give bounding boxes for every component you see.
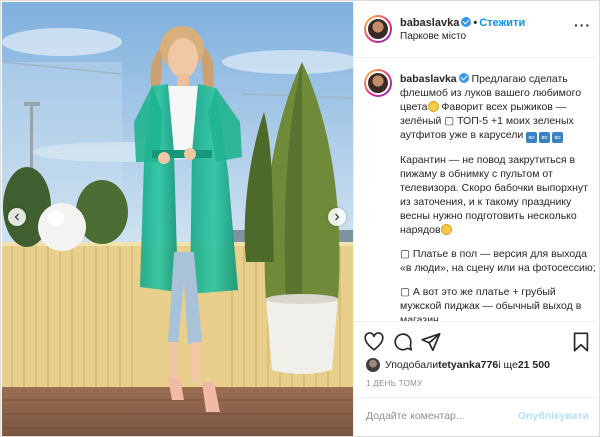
caption-text-2: Карантин — не повод закрутиться в пижаму… [400, 154, 588, 236]
share-button[interactable] [420, 331, 442, 353]
comment-icon [394, 333, 413, 351]
verified-badge-icon [458, 73, 469, 83]
chevron-left-icon [14, 213, 19, 221]
photo-illustration [2, 2, 353, 436]
post-sidebar: babaslavka • Стежити Паркове місто ··· bab… [353, 2, 600, 437]
bookmark-icon [573, 332, 589, 352]
separator-dot: • [473, 17, 478, 29]
caption-paragraph-3: ▢ Платье в пол — версия для выхода «в лю… [400, 248, 596, 274]
author-username[interactable]: babaslavka [400, 17, 459, 29]
action-bar [354, 321, 600, 361]
post-location[interactable]: Паркове місто [400, 31, 466, 42]
comment-button[interactable] [392, 331, 414, 353]
next-photo-button[interactable] [328, 208, 346, 226]
emoji-icon [440, 224, 452, 235]
comment-input[interactable] [366, 410, 516, 422]
likes-prefix: Уподобали [385, 359, 439, 371]
arrow-emoji-icon: ⇐ [539, 132, 551, 143]
post-photo[interactable] [2, 2, 353, 436]
verified-badge-icon [461, 17, 472, 27]
likes-middle: і ще [498, 359, 518, 371]
post-comment-button[interactable]: Опублікувати [518, 410, 589, 422]
author-line: babaslavka • Стежити [400, 17, 525, 29]
save-button[interactable] [570, 331, 592, 353]
caption-paragraph-2: Карантин — не повод закрутиться в пижаму… [400, 153, 596, 237]
caption-text: babaslavka Предлагаю сделать флешмоб из … [400, 72, 596, 321]
post-dialog: babaslavka • Стежити Паркове місто ··· bab… [0, 0, 600, 437]
follow-button[interactable]: Стежити [479, 17, 525, 29]
caption-paragraph-1: babaslavka Предлагаю сделать флешмоб из … [400, 72, 596, 143]
arrow-emoji-icon: ⇐ [526, 132, 538, 143]
share-icon [421, 332, 441, 352]
caption-area[interactable]: babaslavka Предлагаю сделать флешмоб из … [354, 59, 600, 321]
arrow-emoji-icon: ⇐ [552, 132, 564, 143]
caption-paragraph-4: ▢ А вот это же платье + грубый мужской п… [400, 286, 582, 321]
likes-count[interactable]: 21 500 [518, 359, 550, 371]
chevron-right-icon [335, 213, 340, 221]
author-avatar[interactable] [364, 15, 392, 43]
comment-box: Опублікувати [354, 397, 600, 437]
liker-username[interactable]: tetyanka776 [438, 359, 498, 371]
previous-photo-button[interactable] [8, 208, 26, 226]
post-header: babaslavka • Стежити Паркове місто ··· [354, 2, 600, 58]
like-button[interactable] [363, 331, 385, 353]
caption-avatar[interactable] [364, 69, 392, 97]
more-dots-icon[interactable]: ··· [574, 18, 591, 32]
likes-summary: Уподобали tetyanka776 і ще 21 500 [366, 357, 550, 373]
post-timestamp[interactable]: 1 ДЕНЬ ТОМУ [366, 379, 422, 388]
emoji-icon [427, 101, 439, 112]
liker-avatar[interactable] [366, 358, 380, 372]
heart-icon [364, 332, 384, 351]
caption-username[interactable]: babaslavka [400, 73, 457, 85]
